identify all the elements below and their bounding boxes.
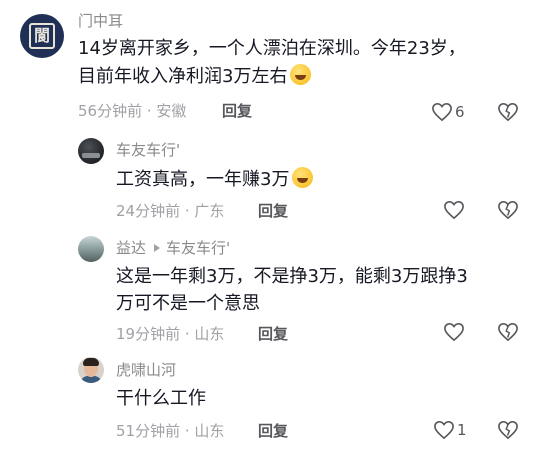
- broken-heart-outline-icon[interactable]: [497, 200, 519, 220]
- reply-button[interactable]: 回复: [258, 325, 288, 343]
- comment-text-line2: 目前年收入净利润3万左右: [78, 63, 312, 90]
- broken-heart-outline-icon[interactable]: [497, 102, 519, 122]
- like-count: 1: [457, 421, 467, 439]
- laughing-tears-emoji-icon: [292, 167, 314, 188]
- comment-text: 干什么工作: [116, 388, 206, 409]
- avatar[interactable]: [78, 357, 104, 383]
- comment-username[interactable]: 益达: [116, 239, 146, 257]
- broken-heart-outline-icon[interactable]: [497, 420, 519, 440]
- comment-text: 这是一年剩3万，不是挣3万，能剩3万跟挣3: [116, 266, 468, 287]
- comment-list: 閬 门中耳 14岁离开家乡，一个人漂泊在深圳。今年23岁， 目前年收入净利润3万…: [0, 0, 539, 450]
- comment-time-location: 56分钟前 · 安徽: [78, 102, 187, 120]
- comment-text-line2: 万可不是一个意思: [116, 293, 260, 314]
- comment-username-line: 益达 车友车行': [116, 239, 230, 257]
- heart-outline-icon[interactable]: [443, 322, 465, 342]
- grinning-squint-emoji-icon: [290, 64, 312, 85]
- reply-button[interactable]: 回复: [222, 102, 252, 120]
- comment-time-location: 24分钟前 · 广东: [116, 202, 225, 220]
- like-count: 6: [455, 103, 465, 121]
- reply-button[interactable]: 回复: [258, 202, 288, 220]
- broken-heart-outline-icon[interactable]: [497, 322, 519, 342]
- triangle-right-icon: [154, 244, 161, 252]
- reply-to-username[interactable]: 车友车行': [166, 239, 230, 257]
- heart-outline-icon[interactable]: [443, 200, 465, 220]
- avatar[interactable]: [78, 236, 104, 262]
- avatar[interactable]: 閬: [20, 14, 64, 58]
- heart-outline-icon[interactable]: [431, 102, 453, 122]
- comment-time-location: 19分钟前 · 山东: [116, 325, 225, 343]
- comment-username[interactable]: 门中耳: [78, 12, 123, 30]
- comment-username[interactable]: 车友车行': [116, 141, 180, 159]
- comment-text: 14岁离开家乡，一个人漂泊在深圳。今年23岁，: [78, 38, 466, 59]
- comment-text: 工资真高，一年赚3万: [116, 166, 314, 193]
- comment-time-location: 51分钟前 · 山东: [116, 422, 225, 440]
- avatar[interactable]: [78, 138, 104, 164]
- heart-outline-icon[interactable]: [433, 420, 455, 440]
- reply-button[interactable]: 回复: [258, 422, 288, 440]
- comment-username[interactable]: 虎啸山河: [116, 361, 176, 379]
